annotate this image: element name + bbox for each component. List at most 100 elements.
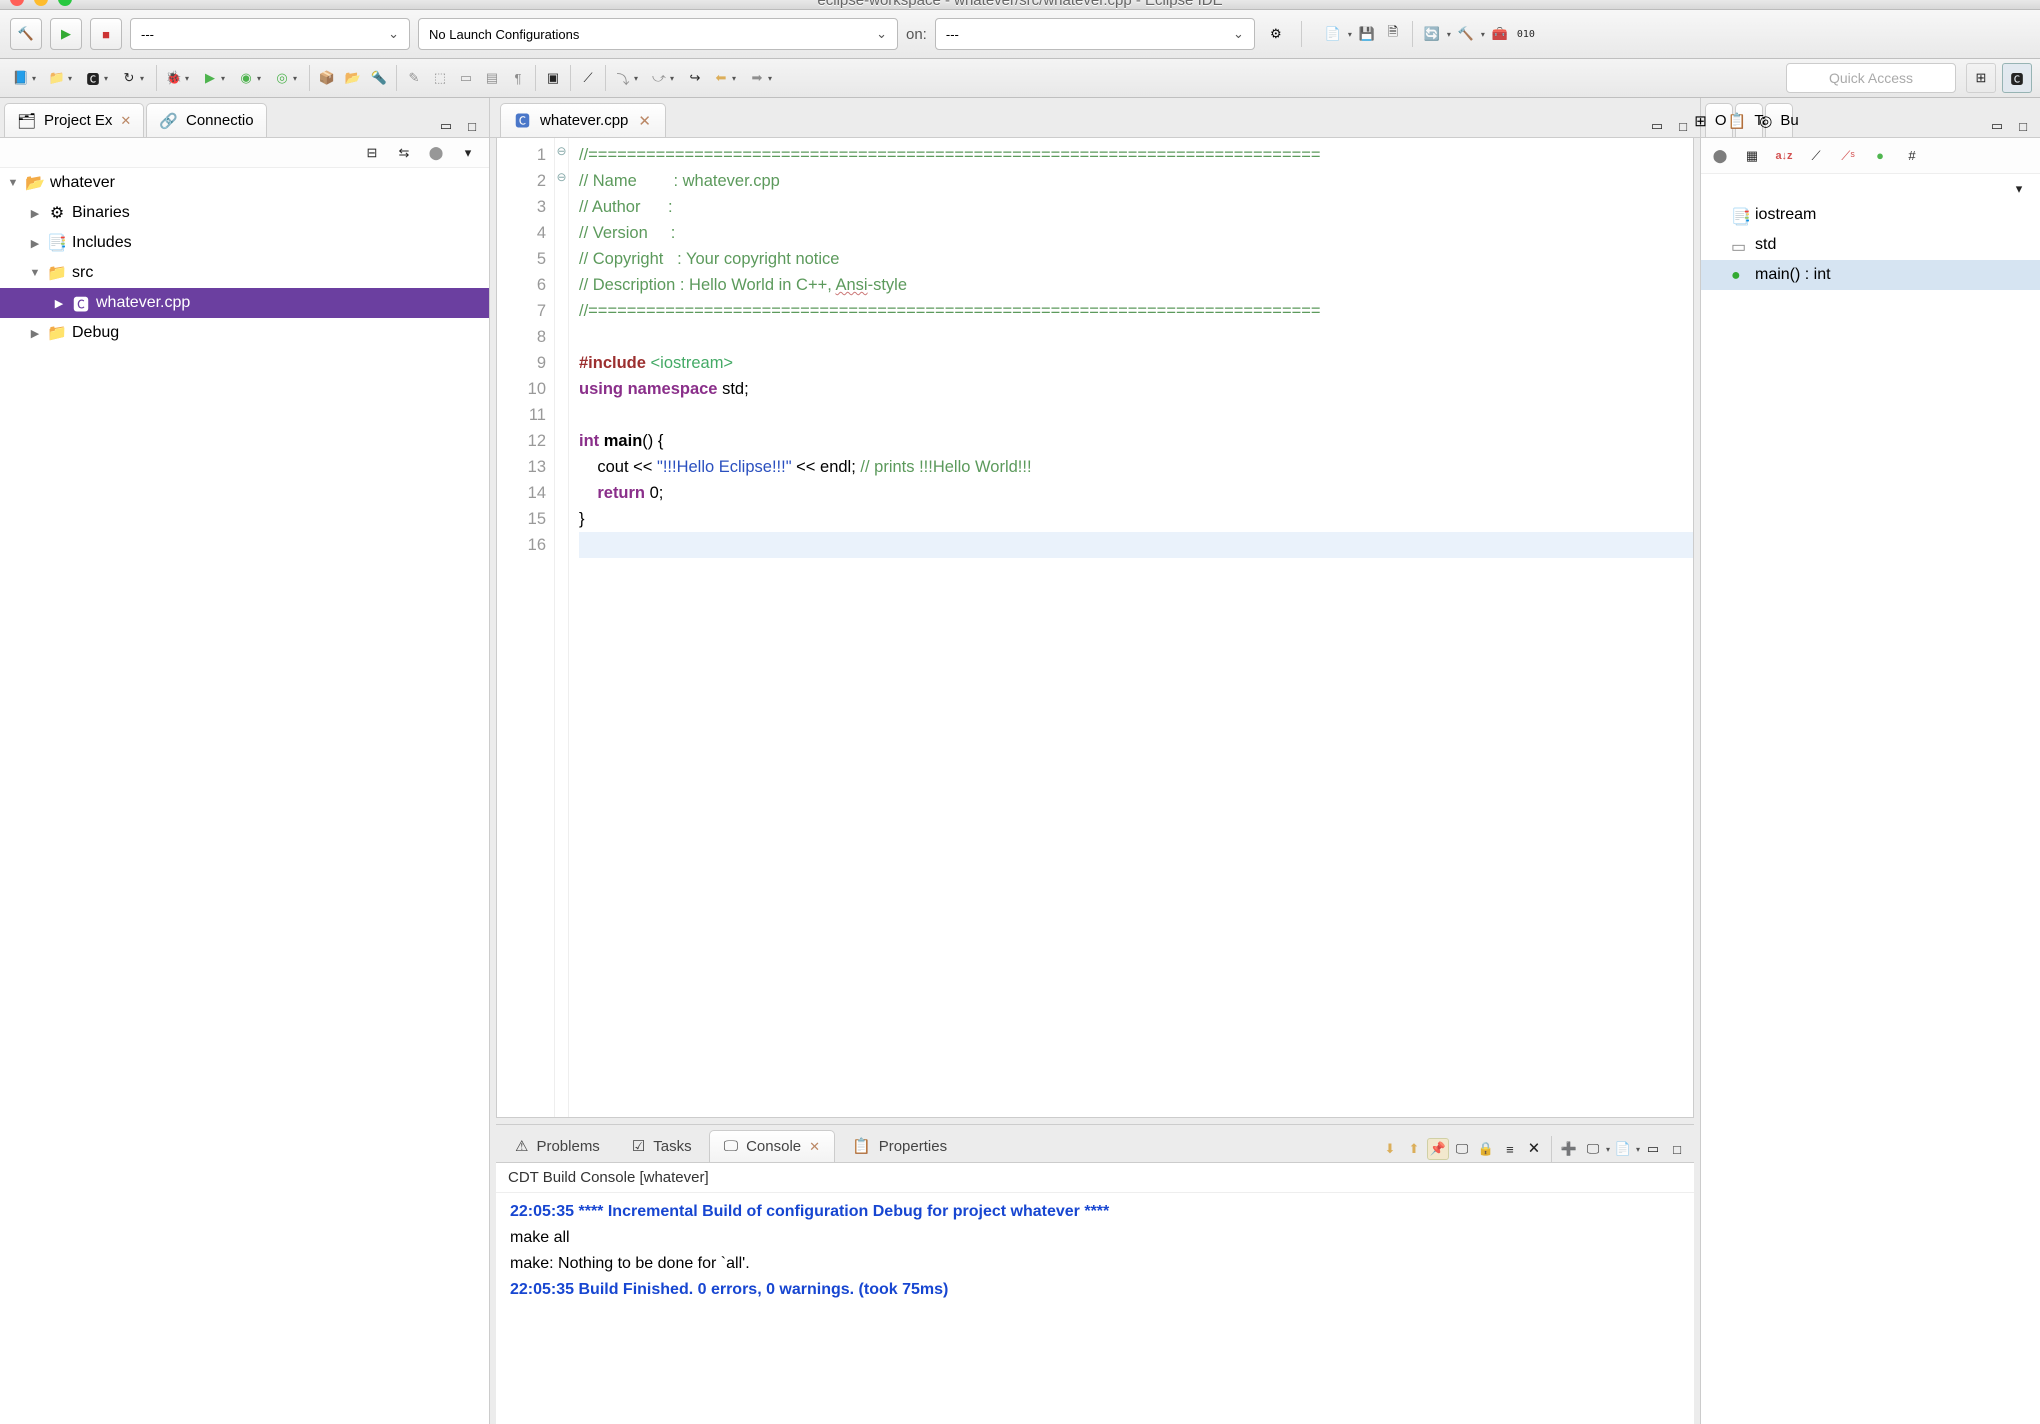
- code-editor[interactable]: 12345678910111213141516 ⊖⊖ //===========…: [496, 138, 1694, 1118]
- zoom-window-icon[interactable]: [58, 0, 72, 6]
- search-button[interactable]: 🔦: [366, 65, 392, 91]
- link-editor-button[interactable]: ⇆: [393, 142, 415, 164]
- toggle-block-button[interactable]: ⬚: [427, 65, 453, 91]
- quick-access-input[interactable]: Quick Access: [1786, 63, 1956, 93]
- hide-nonpublic-button[interactable]: ●: [1869, 145, 1891, 167]
- maximize-editor-button[interactable]: □: [1672, 115, 1694, 137]
- scroll-down-button[interactable]: ⬇: [1379, 1138, 1401, 1160]
- collapse-all-button[interactable]: ⊟: [361, 142, 383, 164]
- open-console-button[interactable]: ➕: [1558, 1138, 1580, 1160]
- tab-tasks[interactable]: ☑Tasks: [617, 1130, 707, 1162]
- dropdown-icon[interactable]: ▾: [1481, 30, 1485, 39]
- minimize-window-icon[interactable]: [34, 0, 48, 6]
- tab-properties[interactable]: 📋Properties: [837, 1130, 962, 1162]
- coverage-button[interactable]: ◉: [233, 65, 259, 91]
- tree-item-src[interactable]: ▼📁src: [0, 258, 489, 288]
- dropdown-icon[interactable]: ▾: [1348, 30, 1352, 39]
- tree-item-includes[interactable]: ▶📑Includes: [0, 228, 489, 258]
- next-annotation-button[interactable]: ↪: [682, 65, 708, 91]
- pin-button[interactable]: 📌: [1427, 1138, 1449, 1160]
- launch-target-select[interactable]: --- ⌄: [935, 18, 1255, 50]
- new-menu-button[interactable]: 📄: [1322, 23, 1344, 45]
- maximize-view-button[interactable]: □: [2012, 115, 2034, 137]
- editor-tab-whatever[interactable]: 🅲 whatever.cpp ✕: [500, 103, 666, 137]
- open-perspective-button[interactable]: ⊞: [1966, 63, 1996, 93]
- dropdown-icon[interactable]: ▾: [1447, 30, 1451, 39]
- tab-console[interactable]: 🖵Console✕: [709, 1130, 835, 1162]
- lock-button[interactable]: 🔒: [1475, 1138, 1497, 1160]
- new-folder-button[interactable]: 📁: [44, 65, 70, 91]
- new-class-button[interactable]: 🅲: [80, 65, 106, 91]
- maximize-view-button[interactable]: □: [1666, 1138, 1688, 1160]
- debug-button[interactable]: 🐞: [161, 65, 187, 91]
- hide-inactive-button[interactable]: #: [1901, 145, 1923, 167]
- tree-item-binaries[interactable]: ▶⚙Binaries: [0, 198, 489, 228]
- build-all-button[interactable]: 🔨: [1455, 23, 1477, 45]
- stop-button[interactable]: ■: [90, 18, 122, 50]
- restart-button[interactable]: ↻: [116, 65, 142, 91]
- expand-arrow-icon[interactable]: ▶: [52, 297, 66, 310]
- tab-problems[interactable]: ⚠Problems: [500, 1130, 615, 1162]
- close-icon[interactable]: ✕: [638, 112, 651, 130]
- expand-arrow-icon[interactable]: ▶: [28, 207, 42, 220]
- tree-item-whatever-cpp[interactable]: ▶🅲whatever.cpp: [0, 288, 489, 318]
- build-button[interactable]: 🔨: [10, 18, 42, 50]
- minimize-view-button[interactable]: ▭: [1642, 1138, 1664, 1160]
- save-button[interactable]: 💾: [1356, 23, 1378, 45]
- profile-button[interactable]: ◎: [269, 65, 295, 91]
- save-all-button[interactable]: 🗎: [1382, 23, 1404, 45]
- launch-config-select[interactable]: No Launch Configurations ⌄: [418, 18, 898, 50]
- show-whitespace-button[interactable]: ▭: [453, 65, 479, 91]
- memory-view-button[interactable]: 010: [1515, 23, 1537, 45]
- expand-arrow-icon[interactable]: ▶: [28, 327, 42, 340]
- dropdown-icon[interactable]: ▾: [1636, 1145, 1640, 1154]
- run-menu-button[interactable]: ▶: [197, 65, 223, 91]
- tree-item-whatever[interactable]: ▼📂whatever: [0, 168, 489, 198]
- c-perspective-button[interactable]: 🅲: [2002, 63, 2032, 93]
- expand-arrow-icon[interactable]: ▶: [28, 237, 42, 250]
- view-menu-button[interactable]: ▾: [457, 142, 479, 164]
- minimize-editor-button[interactable]: ▭: [1646, 115, 1668, 137]
- expand-arrow-icon[interactable]: ▼: [6, 177, 20, 189]
- outline-item[interactable]: ▭std: [1701, 230, 2040, 260]
- sort-button[interactable]: a↓z: [1773, 145, 1795, 167]
- new-cproject-button[interactable]: 📘: [8, 65, 34, 91]
- tree-item-debug[interactable]: ▶📁Debug: [0, 318, 489, 348]
- new-console-button[interactable]: 📄: [1612, 1138, 1634, 1160]
- open-type-button[interactable]: 📦: [314, 65, 340, 91]
- toggle-selection-button[interactable]: ▣: [540, 65, 566, 91]
- hide-static-button[interactable]: ⟋ˢ: [1837, 145, 1859, 167]
- run-button[interactable]: ▶: [50, 18, 82, 50]
- step-over-button[interactable]: ⤻: [646, 65, 672, 91]
- open-element-button[interactable]: 📂: [340, 65, 366, 91]
- outline-tree[interactable]: 📑iostream▭std●main() : int: [1701, 200, 2040, 1424]
- step-into-button[interactable]: ⤵: [610, 65, 636, 91]
- scroll-up-button[interactable]: ⬆: [1403, 1138, 1425, 1160]
- code-area[interactable]: //======================================…: [569, 138, 1693, 1117]
- toggle-mark-button[interactable]: ✎: [401, 65, 427, 91]
- tab-connections[interactable]: 🔗 Connectio: [146, 103, 266, 137]
- forward-button[interactable]: ➡: [744, 65, 770, 91]
- hide-fields-button[interactable]: ⟋: [1805, 145, 1827, 167]
- close-icon[interactable]: ✕: [809, 1139, 820, 1155]
- display-button[interactable]: 🖵: [1451, 1138, 1473, 1160]
- outline-item[interactable]: 📑iostream: [1701, 200, 2040, 230]
- view-menu-button[interactable]: ▾: [2008, 178, 2030, 200]
- minimize-view-button[interactable]: ▭: [1986, 115, 2008, 137]
- dropdown-icon[interactable]: ▾: [1606, 1145, 1610, 1154]
- console-output[interactable]: 22:05:35 **** Incremental Build of confi…: [496, 1193, 1694, 1424]
- project-tree[interactable]: ▼📂whatever▶⚙Binaries▶📑Includes▼📁src▶🅲wha…: [0, 168, 489, 1424]
- launch-mode-select[interactable]: --- ⌄: [130, 18, 410, 50]
- clear-button[interactable]: 🗙: [1523, 1138, 1545, 1160]
- word-wrap-button[interactable]: ▤: [479, 65, 505, 91]
- switch-editor-button[interactable]: 🔄: [1421, 23, 1443, 45]
- focus-task-button[interactable]: ⬤: [425, 142, 447, 164]
- gear-icon[interactable]: ⚙: [1263, 21, 1289, 47]
- toggle-breakpoint-button[interactable]: 🧰: [1489, 23, 1511, 45]
- skip-button[interactable]: ⟋: [575, 65, 601, 91]
- close-icon[interactable]: ✕: [120, 113, 131, 129]
- expand-arrow-icon[interactable]: ▼: [28, 267, 42, 279]
- wrap-button[interactable]: ≡: [1499, 1138, 1521, 1160]
- minimize-view-button[interactable]: ▭: [435, 115, 457, 137]
- tab-builds[interactable]: ◎Bu: [1765, 103, 1793, 137]
